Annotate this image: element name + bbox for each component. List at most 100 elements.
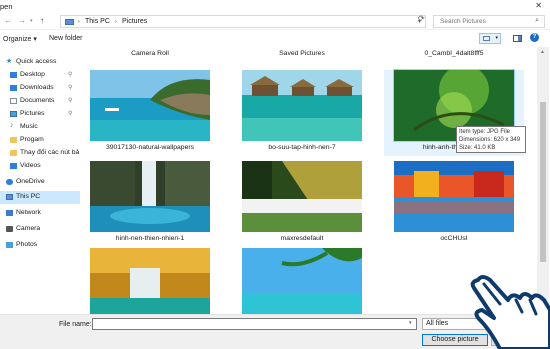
address-bar[interactable]: › This PC › Pictures ▾ (60, 15, 426, 28)
file-name-label: File name: (59, 321, 92, 328)
folder-icon (10, 150, 17, 156)
sidebar-item-videos[interactable]: Videos (0, 160, 80, 173)
choose-picture-button[interactable]: Choose picture (422, 334, 488, 346)
sidebar-item-thay-doi[interactable]: Thay đổi các nút bả (0, 147, 80, 160)
tooltip-size: Size: 41.0 KB (459, 145, 496, 151)
view-icon (483, 36, 490, 41)
file-tile[interactable] (80, 248, 220, 314)
preview-pane-icon[interactable] (513, 35, 522, 42)
folder-icon (232, 47, 372, 48)
sidebar-item-music[interactable]: ♪ Music (0, 121, 80, 134)
breadcrumb-pictures[interactable]: Pictures (122, 18, 147, 25)
sidebar-item-this-pc[interactable]: This PC (0, 191, 80, 204)
photos-icon (6, 242, 13, 248)
image-thumbnail (242, 161, 362, 232)
file-list: Camera Roll Saved Pictures 0_CambI_4dalt… (80, 47, 536, 314)
file-type-value: All files (426, 320, 449, 327)
file-name: maxresdefault (280, 235, 324, 242)
sidebar-item-desktop[interactable]: Desktop ⚲ (0, 69, 80, 82)
sidebar-item-label: This PC (16, 193, 41, 200)
camera-icon (6, 226, 13, 232)
star-icon: ★ (6, 58, 13, 65)
file-type-select[interactable]: All files ▾ (422, 318, 540, 330)
image-thumbnail (384, 47, 524, 48)
organize-button[interactable]: Organize ▾ (3, 35, 37, 43)
sidebar-item-pictures[interactable]: Pictures ⚲ (0, 108, 80, 121)
image-thumbnail (242, 70, 362, 141)
change-view-button[interactable]: ▾ (479, 33, 501, 44)
chevron-right-icon: › (115, 19, 117, 25)
sidebar-item-camera[interactable]: Camera (0, 223, 80, 236)
pc-icon (65, 19, 74, 25)
image-thumbnail (90, 248, 210, 314)
scrollbar-thumb[interactable] (540, 102, 546, 262)
sidebar-item-label: Downloads (20, 84, 54, 91)
pc-icon (6, 194, 13, 200)
sidebar-item-network[interactable]: Network (0, 207, 80, 220)
forward-arrow-icon[interactable]: → (18, 16, 26, 25)
file-tile[interactable]: ocCHUsI (384, 161, 524, 247)
new-folder-button[interactable]: New folder (49, 35, 82, 42)
up-arrow-icon[interactable]: ↑ (40, 16, 44, 25)
cancel-button[interactable]: Cancel (491, 334, 541, 346)
music-icon: ♪ (10, 122, 14, 129)
back-arrow-icon[interactable]: ← (4, 16, 12, 25)
recent-locations-icon[interactable]: ▾ (30, 18, 33, 24)
file-name: Saved Pictures (279, 50, 325, 57)
pin-icon: ⚲ (68, 111, 73, 117)
breadcrumb-this-pc[interactable]: This PC (85, 18, 110, 25)
sidebar-item-downloads[interactable]: Downloads ⚲ (0, 82, 80, 95)
sidebar-item-label: OneDrive (16, 178, 45, 185)
image-thumbnail (242, 248, 362, 314)
pin-icon: ⚲ (68, 85, 73, 91)
sidebar-item-label: Thay đổi các nút bả (20, 149, 80, 156)
pin-icon: ⚲ (68, 72, 73, 78)
help-icon[interactable]: ? (530, 33, 539, 42)
file-name: Camera Roll (131, 50, 169, 57)
file-name: 0_CambI_4dalt8fff5 (424, 50, 484, 57)
file-name: ocCHUsI (440, 235, 468, 242)
image-thumbnail (394, 161, 514, 232)
bottom-bar: File name: ▾ All files ▾ Choose picture … (0, 314, 550, 349)
pictures-icon (10, 111, 17, 117)
file-name: bo-suu-tap-hinh-nen-7 (268, 144, 336, 151)
sidebar-item-label: Camera (16, 225, 41, 232)
sidebar-item-quick-access[interactable]: ★ Quick access (0, 56, 80, 69)
sidebar-item-label: Videos (20, 162, 41, 169)
search-box[interactable]: ⌕ (433, 15, 545, 28)
search-icon: ⌕ (535, 17, 539, 24)
folder-saved-pictures[interactable]: Saved Pictures (232, 47, 372, 60)
sidebar-item-documents[interactable]: Documents ⚲ (0, 95, 80, 108)
file-tile[interactable]: bo-suu-tap-hinh-nen-7 (232, 70, 372, 156)
sidebar-item-label: Pictures (20, 110, 45, 117)
desktop-icon (10, 72, 17, 78)
documents-icon (10, 98, 17, 104)
sidebar-item-progam[interactable]: Progam (0, 134, 80, 147)
folder-camera-roll[interactable]: Camera Roll (80, 47, 220, 60)
sidebar-item-onedrive[interactable]: OneDrive (0, 176, 80, 189)
sidebar-item-label: Desktop (20, 71, 45, 78)
onedrive-icon (6, 179, 13, 185)
chevron-down-icon[interactable]: ▾ (409, 320, 412, 326)
close-icon[interactable]: ✕ (535, 1, 542, 10)
file-name: 39017130-natural-wallpapers (105, 144, 195, 151)
sidebar-item-label: Photos (16, 241, 38, 248)
file-name-input[interactable] (92, 318, 417, 330)
navigation-pane: ★ Quick access Desktop ⚲ Downloads ⚲ Doc… (0, 52, 80, 314)
sidebar-item-photos[interactable]: Photos (0, 239, 80, 252)
vertical-scrollbar[interactable]: ▲ (537, 47, 549, 314)
chevron-right-icon: › (78, 19, 80, 25)
file-tile[interactable]: maxresdefault (232, 161, 372, 247)
tooltip: Item type: JPG File Dimensions: 620 x 34… (456, 126, 526, 153)
file-tile[interactable] (232, 248, 372, 314)
tooltip-type: Item type: JPG File (459, 129, 511, 135)
search-input[interactable] (434, 16, 524, 27)
sidebar-item-label: Quick access (16, 58, 57, 65)
refresh-icon[interactable]: ⟳ (418, 14, 425, 23)
videos-icon (10, 163, 17, 169)
file-top-3[interactable]: 0_CambI_4dalt8fff5 (384, 47, 524, 60)
scroll-up-icon[interactable]: ▲ (540, 49, 545, 55)
file-tile[interactable]: hinh-nen-thien-nhien-1 (80, 161, 220, 247)
folder-icon (80, 47, 220, 48)
file-tile[interactable]: 39017130-natural-wallpapers (80, 70, 220, 156)
